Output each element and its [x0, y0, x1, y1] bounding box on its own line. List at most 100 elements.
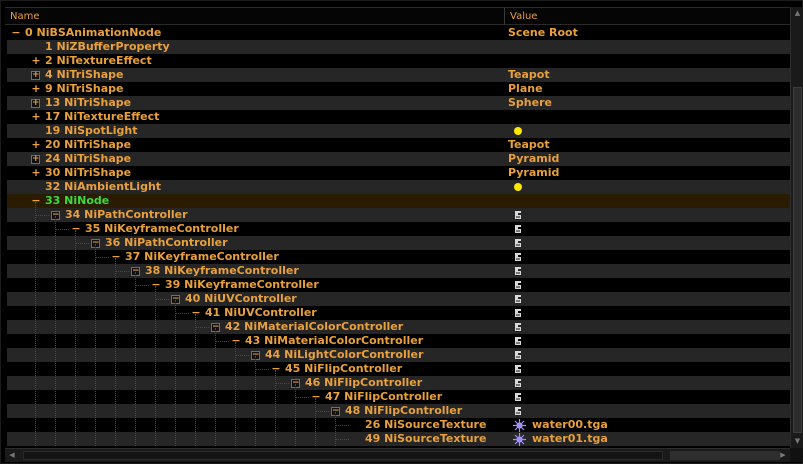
node-label: 20 NiTriShape [45, 138, 131, 152]
tree-row[interactable]: 19 NiSpotLight [7, 124, 790, 138]
node-label: 49 NiSourceTexture [365, 432, 486, 446]
controller-icon [515, 267, 521, 275]
collapse-minus-icon[interactable]: − [111, 250, 121, 264]
tree-guide-line [135, 272, 136, 446]
horizontal-scrollbar[interactable]: ◀ ▶ [5, 448, 790, 462]
node-type: NiBSAnimationNode [36, 26, 162, 39]
expand-plus-icon[interactable]: + [31, 71, 40, 80]
tree-row[interactable]: −38 NiKeyframeController [7, 264, 790, 278]
node-label: 43 NiMaterialColorController [245, 334, 423, 348]
tree-row[interactable]: +17 NiTextureEffect [7, 110, 790, 124]
scroll-down-arrow-icon[interactable]: ▼ [791, 435, 803, 447]
tree-row[interactable]: −39 NiKeyframeController [7, 278, 790, 292]
tree-row[interactable]: −35 NiKeyframeController [7, 222, 790, 236]
tree-row[interactable]: 32 NiAmbientLight [7, 180, 790, 194]
expand-plus-icon[interactable]: + [31, 166, 41, 180]
vertical-scroll-thumb[interactable] [793, 87, 802, 433]
scroll-left-arrow-icon[interactable]: ◀ [5, 449, 19, 462]
collapse-minus-icon[interactable]: − [231, 334, 241, 348]
node-type: NiFlipController [364, 404, 463, 417]
tree-row[interactable]: −43 NiMaterialColorController [7, 334, 790, 348]
collapse-minus-icon[interactable]: − [271, 362, 281, 376]
tree-row[interactable]: +20 NiTriShape Teapot [7, 138, 790, 152]
tree-row[interactable]: −36 NiPathController [7, 236, 790, 250]
expand-plus-icon[interactable]: + [31, 138, 41, 152]
tree-row[interactable]: 1 NiZBufferProperty [7, 40, 790, 54]
expand-plus-icon[interactable]: + [31, 82, 41, 96]
controller-icon [515, 211, 521, 219]
tree-guide-line [335, 412, 336, 446]
collapse-minus-icon[interactable]: − [151, 278, 161, 292]
tree-guide-line [275, 370, 276, 446]
tree-row[interactable]: 49 NiSourceTexture water01.tga [7, 432, 790, 446]
node-label: 32 NiAmbientLight [45, 180, 161, 194]
tree-row[interactable]: −34 NiPathController [7, 208, 790, 222]
node-label: 13 NiTriShape [45, 96, 131, 110]
node-id: 40 [185, 292, 201, 305]
tree-row[interactable]: −41 NiUVController [7, 306, 790, 320]
controller-icon [515, 393, 521, 401]
tree-connector-line [195, 327, 209, 328]
node-id: 9 [45, 82, 53, 95]
node-id: 19 [45, 124, 61, 137]
tree-row[interactable]: −45 NiFlipController [7, 362, 790, 376]
collapse-minus-icon[interactable]: − [31, 194, 41, 208]
tree-row[interactable]: −46 NiFlipController [7, 376, 790, 390]
tree-connector-line [215, 341, 229, 342]
expand-plus-icon[interactable]: + [31, 155, 40, 164]
collapse-minus-icon[interactable]: − [311, 390, 321, 404]
node-label: 24 NiTriShape [45, 152, 131, 166]
horizontal-scroll-track[interactable] [670, 451, 780, 460]
node-id: 42 [225, 320, 241, 333]
node-type: NiTextureEffect [64, 110, 160, 123]
tree-row[interactable]: −42 NiMaterialColorController [7, 320, 790, 334]
tree-row[interactable]: +13 NiTriShape Sphere [7, 96, 790, 110]
node-label: 4 NiTriShape [45, 68, 123, 82]
scrollbar-corner [790, 448, 803, 462]
tree-row[interactable]: +2 NiTextureEffect [7, 54, 790, 68]
controller-icon [515, 337, 521, 345]
tree-row[interactable]: +4 NiTriShape Teapot [7, 68, 790, 82]
expand-plus-icon[interactable]: + [31, 54, 41, 68]
tree-row[interactable]: −37 NiKeyframeController [7, 250, 790, 264]
tree-row[interactable]: −48 NiFlipController [7, 404, 790, 418]
tree-connector-line [115, 271, 129, 272]
tree-guide-line [255, 356, 256, 446]
scene-graph-tree-view[interactable]: Name Value −0 NiBSAnimationNode Scene Roo… [0, 0, 803, 464]
name-column-header[interactable]: Name [5, 8, 505, 25]
tree-row[interactable]: +30 NiTriShape Pyramid [7, 166, 790, 180]
node-label: 41 NiUVController [205, 306, 317, 320]
scroll-up-arrow-icon[interactable]: ▲ [791, 7, 803, 19]
tree-row[interactable]: −0 NiBSAnimationNode Scene Root [7, 26, 790, 40]
node-label: 37 NiKeyframeController [125, 250, 279, 264]
expand-plus-icon[interactable]: + [31, 99, 40, 108]
tree-row[interactable]: 26 NiSourceTexture water00.tga [7, 418, 790, 432]
node-type: NiSpotLight [64, 124, 138, 137]
tree-row[interactable]: −47 NiFlipController [7, 390, 790, 404]
scroll-right-arrow-icon[interactable]: ▶ [776, 449, 790, 462]
tree-row[interactable]: −33 NiNode [7, 194, 790, 208]
controller-icon [515, 407, 521, 415]
light-bulb-icon [514, 183, 522, 191]
collapse-minus-icon[interactable]: − [191, 306, 201, 320]
tree-row[interactable]: +9 NiTriShape Plane [7, 82, 790, 96]
node-label: 35 NiKeyframeController [85, 222, 239, 236]
value-column-header[interactable]: Value [505, 8, 790, 25]
node-type: NiFlipController [324, 376, 423, 389]
node-label: 34 NiPathController [65, 208, 188, 222]
tree-connector-line [315, 411, 329, 412]
collapse-minus-icon[interactable]: − [71, 222, 81, 236]
collapse-minus-icon[interactable]: − [11, 26, 21, 40]
tree-row[interactable]: +24 NiTriShape Pyramid [7, 152, 790, 166]
expand-plus-icon[interactable]: + [31, 110, 41, 124]
node-value: Pyramid [508, 166, 560, 179]
tree-guide-line [295, 384, 296, 446]
node-label: 39 NiKeyframeController [165, 278, 319, 292]
node-id: 45 [285, 362, 301, 375]
node-id: 13 [45, 96, 61, 109]
horizontal-scroll-thumb[interactable] [23, 451, 663, 460]
vertical-scrollbar[interactable]: ▲ ▼ [790, 7, 803, 448]
tree-row[interactable]: −44 NiLightColorController [7, 348, 790, 362]
tree-row[interactable]: −40 NiUVController [7, 292, 790, 306]
node-id: 48 [345, 404, 361, 417]
